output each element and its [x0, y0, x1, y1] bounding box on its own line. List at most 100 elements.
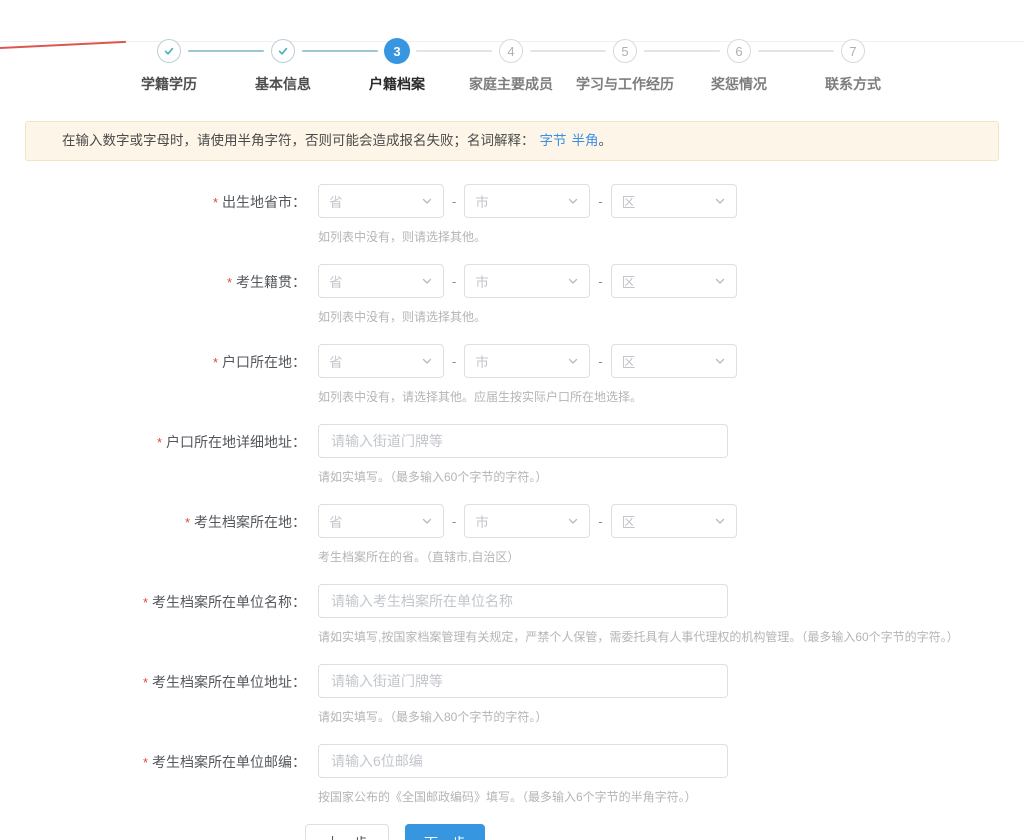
red-annotation-line — [0, 41, 126, 49]
form-area: *出生地省市：省-市-区如列表中没有，则请选择其他。*考生籍贯：省-市-区如列表… — [0, 184, 1024, 805]
step-circle-1[interactable] — [157, 39, 181, 63]
select-placeholder: 市 — [475, 351, 489, 371]
notice-bar: 在输入数字或字母时，请使用半角字符，否则可能会造成报名失败；名词解释： 字节半角。 — [25, 121, 999, 161]
form-row-archive-unit-postcode: *考生档案所在单位邮编：按国家公布的《全国邮政编码》填写。（最多输入6个字节的半… — [0, 744, 1024, 805]
form-row-archive-unit-name: *考生档案所在单位名称：请如实填写,按国家档案管理有关规定，严禁个人保管，需委托… — [0, 584, 1024, 645]
archive-unit-address-fields — [318, 664, 1024, 698]
chevron-down-icon — [714, 275, 726, 287]
native-place-hint: 如列表中没有，则请选择其他。 — [318, 309, 1024, 325]
dash-separator: - — [452, 354, 456, 369]
dash-separator: - — [598, 514, 602, 529]
step-connector — [302, 50, 378, 52]
select-placeholder: 区 — [622, 511, 636, 531]
form-row-hukou-location: *户口所在地：省-市-区如列表中没有，请选择其他。应届生按实际户口所在地选择。 — [0, 344, 1024, 405]
required-asterisk: * — [213, 195, 218, 210]
check-icon — [163, 45, 175, 57]
select-placeholder: 区 — [622, 191, 636, 211]
native-place-province-select[interactable]: 省 — [318, 264, 444, 298]
step-circle-3: 3 — [384, 38, 410, 64]
notice-text: 在输入数字或字母时，请使用半角字符，否则可能会造成报名失败；名词解释： — [62, 133, 535, 148]
required-asterisk: * — [157, 435, 162, 450]
birthplace-district-select[interactable]: 区 — [611, 184, 737, 218]
archive-unit-name-input[interactable] — [318, 584, 728, 618]
chevron-down-icon — [421, 275, 433, 287]
step-circle-6: 6 — [727, 39, 751, 63]
field-label-text: 出生地省市： — [222, 194, 306, 210]
dash-separator: - — [598, 274, 602, 289]
check-icon — [277, 45, 289, 57]
select-placeholder: 市 — [475, 271, 489, 291]
archive-unit-name-hint: 请如实填写,按国家档案管理有关规定，严禁个人保管，需委托具有人事代理权的机构管理… — [318, 629, 1024, 645]
select-placeholder: 省 — [329, 351, 343, 371]
chevron-down-icon — [567, 515, 579, 527]
birthplace-province-select[interactable]: 省 — [318, 184, 444, 218]
dash-separator: - — [452, 194, 456, 209]
required-asterisk: * — [185, 515, 190, 530]
select-placeholder: 省 — [329, 511, 343, 531]
archive-location-hint: 考生档案所在的省。（直辖市,自治区） — [318, 549, 1024, 565]
archive-unit-postcode-input[interactable] — [318, 744, 728, 778]
native-place-city-select[interactable]: 市 — [464, 264, 590, 298]
hukou-location-city-select[interactable]: 市 — [464, 344, 590, 378]
required-asterisk: * — [227, 275, 232, 290]
archive-location-district-select[interactable]: 区 — [611, 504, 737, 538]
step-circle-2[interactable] — [271, 39, 295, 63]
select-placeholder: 省 — [329, 271, 343, 291]
halfwidth-definition-link[interactable]: 半角 — [572, 133, 599, 148]
button-row: 上一步 下一步 — [305, 824, 1024, 840]
dash-separator: - — [598, 194, 602, 209]
step-circle-4: 4 — [499, 39, 523, 63]
step-circle-7: 7 — [841, 39, 865, 63]
hukou-location-district-select[interactable]: 区 — [611, 344, 737, 378]
select-placeholder: 区 — [622, 271, 636, 291]
step-connector — [188, 50, 264, 52]
chevron-down-icon — [714, 515, 726, 527]
archive-unit-name-fields — [318, 584, 1024, 618]
chevron-down-icon — [714, 195, 726, 207]
dash-separator: - — [452, 514, 456, 529]
required-asterisk: * — [143, 755, 148, 770]
step-label-1: 学籍学历 — [112, 74, 226, 94]
next-step-button[interactable]: 下一步 — [405, 824, 485, 840]
hukou-location-province-select[interactable]: 省 — [318, 344, 444, 378]
step-connector — [644, 50, 720, 52]
select-placeholder: 市 — [475, 191, 489, 211]
hukou-address-input[interactable] — [318, 424, 728, 458]
step-circle-5: 5 — [613, 39, 637, 63]
step-label-3: 户籍档案 — [340, 74, 454, 94]
archive-unit-address-input[interactable] — [318, 664, 728, 698]
step-label-7: 联系方式 — [796, 74, 910, 94]
native-place-district-select[interactable]: 区 — [611, 264, 737, 298]
birthplace-city-select[interactable]: 市 — [464, 184, 590, 218]
native-place-label: *考生籍贯： — [0, 272, 306, 292]
previous-step-button[interactable]: 上一步 — [305, 824, 389, 840]
step-label-5: 学习与工作经历 — [568, 74, 682, 94]
required-asterisk: * — [143, 675, 148, 690]
hukou-location-hint: 如列表中没有，请选择其他。应届生按实际户口所在地选择。 — [318, 389, 1024, 405]
chevron-down-icon — [567, 355, 579, 367]
hukou-location-label: *户口所在地： — [0, 352, 306, 372]
archive-location-fields: 省 -市- 区 — [318, 504, 1024, 538]
notice-period: 。 — [599, 133, 613, 148]
archive-unit-postcode-label: * 考生档案所在单位邮编： — [0, 752, 306, 772]
birthplace-label: * 出生地省市： — [0, 192, 306, 212]
required-asterisk: * — [213, 355, 218, 370]
archive-location-city-select[interactable]: 市 — [464, 504, 590, 538]
step-connector — [530, 50, 606, 52]
hukou-address-hint: 请如实填写。（最多输入60个字节的字符。） — [318, 469, 1024, 485]
chevron-down-icon — [714, 355, 726, 367]
field-label-text: 户口所在地详细地址： — [166, 434, 306, 450]
step-label-6: 奖惩情况 — [682, 74, 796, 94]
dash-separator: - — [452, 274, 456, 289]
stepper: 学籍学历基本信息3户籍档案4家庭主要成员5学习与工作经历6奖惩情况7联系方式 — [112, 38, 912, 100]
field-label-text: 考生档案所在单位邮编： — [152, 754, 306, 770]
birthplace-hint: 如列表中没有，则请选择其他。 — [318, 229, 1024, 245]
byte-definition-link[interactable]: 字节 — [540, 133, 567, 148]
form-row-archive-unit-address: *考生档案所在单位地址：请如实填写。（最多输入80个字节的字符。） — [0, 664, 1024, 725]
required-asterisk: * — [143, 595, 148, 610]
archive-location-province-select[interactable]: 省 — [318, 504, 444, 538]
chevron-down-icon — [567, 195, 579, 207]
step-label-4: 家庭主要成员 — [454, 74, 568, 94]
hukou-address-fields — [318, 424, 1024, 458]
archive-unit-address-hint: 请如实填写。（最多输入80个字节的字符。） — [318, 709, 1024, 725]
